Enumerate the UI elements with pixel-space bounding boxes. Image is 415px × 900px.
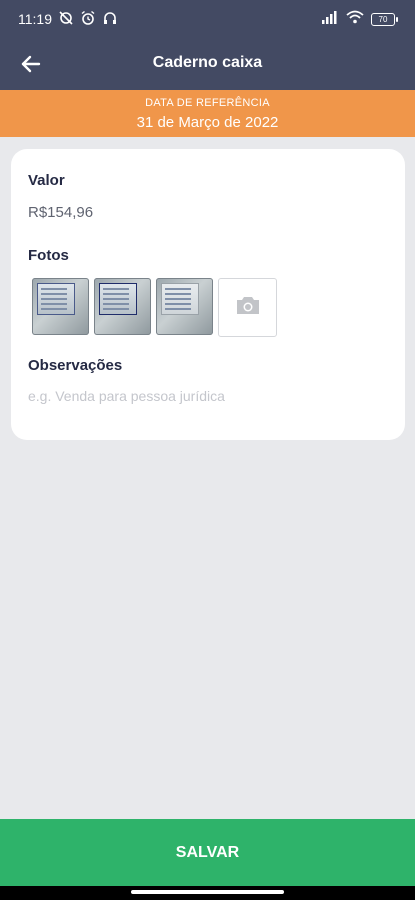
fotos-label: Fotos bbox=[28, 247, 69, 264]
status-icons-right: 70 bbox=[321, 10, 398, 29]
photo-thumbnail[interactable] bbox=[32, 278, 89, 335]
save-button[interactable]: SALVAR bbox=[0, 819, 415, 886]
signal-icon bbox=[321, 10, 339, 29]
headphones-icon bbox=[102, 10, 118, 31]
app-bar: Caderno caixa bbox=[0, 38, 415, 90]
alarm-icon bbox=[80, 10, 96, 31]
photo-thumbnail[interactable] bbox=[94, 278, 151, 335]
valor-value[interactable]: R$154,96 bbox=[28, 204, 93, 221]
status-bar: 11:19 70 bbox=[0, 0, 415, 38]
status-time: 11:19 bbox=[18, 11, 52, 27]
photo-thumbnail[interactable] bbox=[156, 278, 213, 335]
camera-icon bbox=[234, 293, 262, 322]
wifi-icon bbox=[346, 10, 364, 29]
reference-date-value: 31 de Março de 2022 bbox=[136, 114, 279, 131]
reference-date-label: DATA DE REFERÊNCIA bbox=[145, 97, 270, 109]
status-icons-left bbox=[58, 10, 118, 31]
home-indicator[interactable] bbox=[131, 890, 284, 894]
observacoes-input[interactable] bbox=[28, 388, 378, 404]
battery-icon: 70 bbox=[371, 13, 398, 26]
photo-list bbox=[32, 278, 277, 337]
reference-date-banner: DATA DE REFERÊNCIA 31 de Março de 2022 bbox=[0, 90, 415, 137]
page-title: Caderno caixa bbox=[152, 54, 263, 71]
observacoes-label: Observações bbox=[28, 357, 123, 374]
add-photo-button[interactable] bbox=[218, 278, 277, 337]
valor-label: Valor bbox=[28, 172, 65, 189]
form-card: Valor R$154,96 Fotos Observações bbox=[11, 149, 405, 440]
system-nav-bar bbox=[0, 886, 415, 900]
no-sync-icon bbox=[58, 10, 74, 31]
